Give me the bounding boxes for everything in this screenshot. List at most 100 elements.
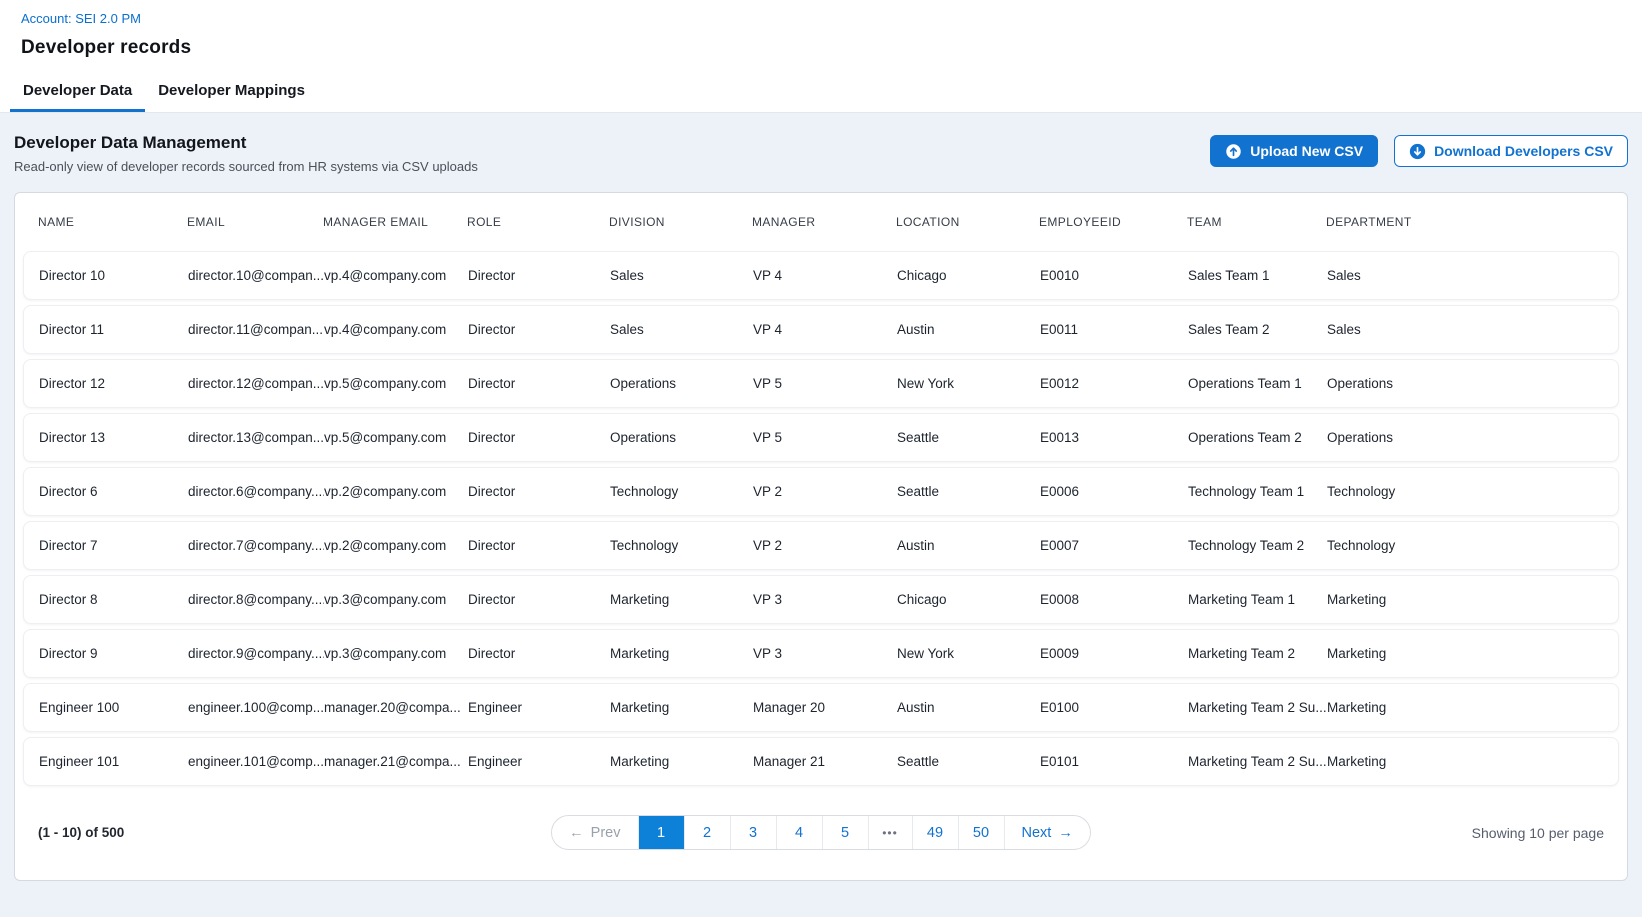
cell-name: Director 8: [39, 592, 188, 607]
cell-division: Operations: [610, 430, 753, 445]
table-row: Director 11 director.11@compan... vp.4@c…: [23, 305, 1619, 354]
cell-team: Technology Team 2: [1188, 538, 1327, 553]
cell-division: Technology: [610, 538, 753, 553]
tab-developer-mappings[interactable]: Developer Mappings: [145, 71, 318, 112]
upload-csv-button[interactable]: Upload New CSV: [1210, 135, 1378, 167]
cell-manager-email: vp.3@company.com: [324, 592, 468, 607]
prev-page-button[interactable]: ←Prev: [552, 816, 637, 849]
cell-team: Marketing Team 1: [1188, 592, 1327, 607]
page-button-50[interactable]: 50: [958, 816, 1004, 849]
cell-location: New York: [897, 376, 1040, 391]
tab-developer-data[interactable]: Developer Data: [10, 71, 145, 112]
page-button-49[interactable]: 49: [912, 816, 958, 849]
cell-division: Sales: [610, 268, 753, 283]
cell-role: Engineer: [468, 754, 610, 769]
table-body: Director 10 director.10@compan... vp.4@c…: [15, 251, 1627, 791]
cell-manager: VP 4: [753, 268, 897, 283]
next-label: Next: [1022, 825, 1052, 841]
cell-email: director.13@compan...: [188, 430, 324, 445]
column-header-team: TEAM: [1187, 215, 1326, 229]
table-row: Engineer 100 engineer.100@comp... manage…: [23, 683, 1619, 732]
cell-role: Director: [468, 646, 610, 661]
cell-location: Austin: [897, 538, 1040, 553]
cell-manager: VP 2: [753, 538, 897, 553]
cell-manager: VP 5: [753, 376, 897, 391]
cell-location: Seattle: [897, 754, 1040, 769]
cell-manager: VP 2: [753, 484, 897, 499]
cell-role: Director: [468, 322, 610, 337]
cell-location: Chicago: [897, 592, 1040, 607]
download-csv-button[interactable]: Download Developers CSV: [1394, 135, 1628, 167]
cell-name: Engineer 101: [39, 754, 188, 769]
right-arrow-icon: →: [1058, 825, 1073, 841]
cell-email: director.9@company....: [188, 646, 324, 661]
column-header-email: EMAIL: [187, 215, 323, 229]
cell-name: Director 9: [39, 646, 188, 661]
cell-manager: VP 4: [753, 322, 897, 337]
cell-team: Marketing Team 2 Su...: [1188, 700, 1327, 715]
cell-division: Sales: [610, 322, 753, 337]
page-button-3[interactable]: 3: [730, 816, 776, 849]
developer-table: NAME EMAIL MANAGER EMAIL ROLE DIVISION M…: [14, 192, 1628, 881]
page-button-1[interactable]: 1: [638, 816, 684, 849]
upload-csv-label: Upload New CSV: [1250, 143, 1363, 159]
page-title: Developer records: [21, 37, 1621, 59]
page-button-2[interactable]: 2: [684, 816, 730, 849]
page-button-4[interactable]: 4: [776, 816, 822, 849]
cell-email: engineer.101@comp...: [188, 754, 324, 769]
cell-employeeid: E0100: [1040, 700, 1188, 715]
cell-department: Technology: [1327, 484, 1618, 499]
cell-role: Director: [468, 484, 610, 499]
cell-name: Director 10: [39, 268, 188, 283]
table-row: Director 6 director.6@company.... vp.2@c…: [23, 467, 1619, 516]
per-page-text: Showing 10 per page: [1091, 825, 1604, 841]
cell-manager: VP 5: [753, 430, 897, 445]
cell-manager: VP 3: [753, 592, 897, 607]
footer-left: (1 - 10) of 500: [38, 824, 551, 842]
cell-email: director.10@compan...: [188, 268, 324, 283]
cell-email: director.8@company....: [188, 592, 324, 607]
cell-email: director.7@company....: [188, 538, 324, 553]
download-icon: [1409, 143, 1426, 160]
download-csv-label: Download Developers CSV: [1434, 143, 1613, 159]
section-header-text: Developer Data Management Read-only view…: [14, 133, 478, 174]
column-header-division: DIVISION: [609, 215, 752, 229]
cell-department: Operations: [1327, 430, 1618, 445]
cell-role: Director: [468, 538, 610, 553]
cell-name: Director 13: [39, 430, 188, 445]
cell-division: Marketing: [610, 646, 753, 661]
left-arrow-icon: ←: [569, 825, 584, 841]
cell-name: Engineer 100: [39, 700, 188, 715]
section-actions: Upload New CSV Download Developers CSV: [1210, 135, 1628, 167]
cell-division: Marketing: [610, 754, 753, 769]
cell-email: director.11@compan...: [188, 322, 324, 337]
tab-bar: Developer Data Developer Mappings: [0, 71, 1642, 113]
cell-department: Operations: [1327, 376, 1618, 391]
cell-division: Marketing: [610, 700, 753, 715]
cell-manager: VP 3: [753, 646, 897, 661]
cell-email: engineer.100@comp...: [188, 700, 324, 715]
cell-name: Director 6: [39, 484, 188, 499]
range-text: (1 - 10) of 500: [38, 825, 124, 840]
cell-department: Marketing: [1327, 754, 1618, 769]
table-row: Director 8 director.8@company.... vp.3@c…: [23, 575, 1619, 624]
cell-department: Sales: [1327, 268, 1618, 283]
cell-location: Seattle: [897, 430, 1040, 445]
cell-division: Operations: [610, 376, 753, 391]
column-header-department: DEPARTMENT: [1326, 215, 1627, 229]
cell-employeeid: E0010: [1040, 268, 1188, 283]
cell-manager-email: vp.3@company.com: [324, 646, 468, 661]
page-button-5[interactable]: 5: [822, 816, 868, 849]
next-page-button[interactable]: Next →: [1004, 816, 1090, 849]
cell-email: director.6@company....: [188, 484, 324, 499]
table-row: Director 10 director.10@compan... vp.4@c…: [23, 251, 1619, 300]
content-area: Developer Data Management Read-only view…: [0, 113, 1642, 917]
account-link[interactable]: Account: SEI 2.0 PM: [21, 11, 141, 26]
cell-employeeid: E0009: [1040, 646, 1188, 661]
pagination-ellipsis: •••: [868, 816, 912, 849]
cell-employeeid: E0008: [1040, 592, 1188, 607]
column-header-manager: MANAGER: [752, 215, 896, 229]
column-header-role: ROLE: [467, 215, 609, 229]
column-header-name: NAME: [38, 215, 187, 229]
column-header-location: LOCATION: [896, 215, 1039, 229]
